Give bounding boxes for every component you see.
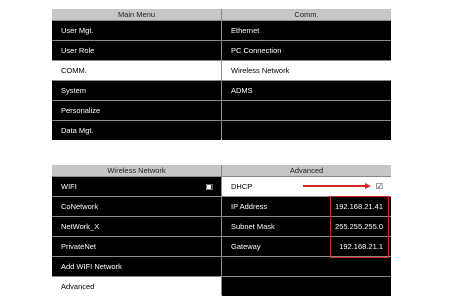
advanced-empty-2 (222, 276, 391, 296)
menu-item-personalize[interactable]: Personalize (52, 100, 221, 120)
comm-item-empty-1 (222, 100, 391, 120)
advanced-empty-1 (222, 256, 391, 276)
menu-item-system[interactable]: System (52, 80, 221, 100)
comm-item-ethernet[interactable]: Ethernet (222, 20, 391, 40)
add-wifi-network-item[interactable]: Add WIFI Network (52, 256, 221, 276)
menu-item-comm[interactable]: COMM. (52, 60, 221, 80)
dhcp-checkbox-icon[interactable]: ☑ (376, 177, 383, 197)
gateway-label: Gateway (231, 242, 261, 251)
network-item-conetwork[interactable]: CoNetwork (52, 196, 221, 216)
comm-item-wireless-network[interactable]: Wireless Network (222, 60, 391, 80)
menu-item-user-mgt[interactable]: User Mgt. (52, 20, 221, 40)
annotation-highlight-box (330, 196, 389, 258)
main-menu-panel: Main Menu User Mgt. User Role COMM. Syst… (52, 9, 221, 140)
comm-item-adms[interactable]: ADMS (222, 80, 391, 100)
annotation-arrow-head (365, 183, 371, 189)
menu-item-data-mgt[interactable]: Data Mgt. (52, 120, 221, 140)
network-item-privatenet[interactable]: PrivateNet (52, 236, 221, 256)
main-menu-title: Main Menu (52, 9, 221, 20)
menu-item-user-role[interactable]: User Role (52, 40, 221, 60)
ip-address-label: IP Address (231, 202, 268, 211)
comm-item-empty-2 (222, 120, 391, 140)
comm-item-pc-connection[interactable]: PC Connection (222, 40, 391, 60)
network-item-network-x[interactable]: NetWork_X (52, 216, 221, 236)
annotation-arrow-line (303, 185, 365, 187)
advanced-item[interactable]: Advanced (52, 276, 221, 296)
dhcp-label: DHCP (231, 182, 253, 191)
wifi-toggle-row[interactable]: WIFI ▣ (52, 176, 221, 196)
comm-title: Comm. (222, 9, 391, 20)
wifi-label: WIFI (61, 182, 77, 191)
subnet-mask-label: Subnet Mask (231, 222, 275, 231)
wifi-checkbox-icon[interactable]: ▣ (205, 177, 213, 197)
advanced-title: Advanced (222, 165, 391, 176)
wireless-title: Wireless Network (52, 165, 221, 176)
comm-panel: Comm. Ethernet PC Connection Wireless Ne… (222, 9, 391, 140)
wireless-panel: Wireless Network WIFI ▣ CoNetwork NetWor… (52, 165, 221, 296)
